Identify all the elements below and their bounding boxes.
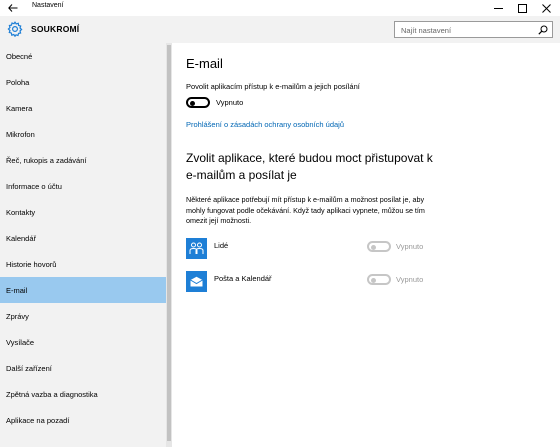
settings-header: SOUKROMÍ Najít nastavení xyxy=(0,16,560,43)
sidebar-item-camera[interactable]: Kamera xyxy=(0,95,166,121)
minimize-icon xyxy=(493,7,503,9)
main-content: E-mail Povolit aplikacím přístup k e-mai… xyxy=(172,43,560,447)
allow-access-label: Povolit aplikacím přístup k e-mailům a j… xyxy=(186,82,360,91)
sidebar-item-label: Zprávy xyxy=(6,311,29,321)
sidebar-item-email[interactable]: E-mail xyxy=(0,277,166,303)
sidebar-item-label: Zpětná vazba a diagnostika xyxy=(6,389,98,399)
app-row-mail-calendar: Pošta a Kalendář Vypnuto xyxy=(186,271,556,293)
scrollbar-thumb[interactable] xyxy=(167,45,171,441)
toggle-knob xyxy=(371,244,376,250)
app-toggle-mail-calendar[interactable] xyxy=(367,274,391,285)
sidebar-item-general[interactable]: Obecné xyxy=(0,43,166,69)
sidebar-item-label: Informace o účtu xyxy=(6,181,62,191)
window-title: Nastavení xyxy=(32,2,64,9)
sidebar-item-label: Vysílače xyxy=(6,337,35,347)
search-icon[interactable] xyxy=(538,25,548,35)
app-row-people: Lidé Vypnuto xyxy=(186,238,556,260)
title-bar: Nastavení xyxy=(0,0,560,16)
mail-icon xyxy=(190,276,203,287)
search-placeholder: Najít nastavení xyxy=(401,26,452,35)
page-title: E-mail xyxy=(186,56,223,71)
sidebar: Obecné Poloha Kamera Mikrofon Řeč, rukop… xyxy=(0,43,172,447)
sidebar-item-label: Další zařízení xyxy=(6,363,52,373)
sidebar-item-label: Historie hovorů xyxy=(6,259,57,269)
sidebar-item-radios[interactable]: Vysílače xyxy=(0,329,166,355)
minimize-button[interactable] xyxy=(486,0,510,16)
choose-apps-description: Některé aplikace potřebují mít přístup k… xyxy=(186,195,425,225)
maximize-button[interactable] xyxy=(510,0,534,16)
app-tile xyxy=(186,271,207,292)
back-button[interactable] xyxy=(0,0,26,16)
gear-icon xyxy=(7,21,23,37)
sidebar-item-account-info[interactable]: Informace o účtu xyxy=(0,173,166,199)
section-title: SOUKROMÍ xyxy=(31,24,80,34)
choose-apps-heading: Zvolit aplikace, které budou moct přistu… xyxy=(186,151,433,182)
sidebar-item-label: E-mail xyxy=(6,285,28,295)
sidebar-item-call-history[interactable]: Historie hovorů xyxy=(0,251,166,277)
app-name: Lidé xyxy=(214,241,229,250)
close-button[interactable] xyxy=(534,0,558,16)
sidebar-item-speech[interactable]: Řeč, rukopis a zadávání xyxy=(0,147,166,173)
sidebar-item-label: Poloha xyxy=(6,77,30,87)
sidebar-item-label: Kalendář xyxy=(6,233,37,243)
privacy-statement-link[interactable]: Prohlášení o zásadách ochrany osobních ú… xyxy=(186,120,344,129)
app-tile xyxy=(186,238,207,259)
sidebar-item-label: Kontakty xyxy=(6,207,36,217)
sidebar-item-label: Aplikace na pozadí xyxy=(6,415,70,425)
people-icon xyxy=(189,242,204,254)
sidebar-item-contacts[interactable]: Kontakty xyxy=(0,199,166,225)
allow-access-state: Vypnuto xyxy=(216,98,244,107)
sidebar-item-messaging[interactable]: Zprávy xyxy=(0,303,166,329)
sidebar-item-label: Kamera xyxy=(6,103,33,113)
sidebar-item-feedback-diagnostics[interactable]: Zpětná vazba a diagnostika xyxy=(0,381,166,407)
sidebar-item-label: Mikrofon xyxy=(6,129,35,139)
app-toggle-people[interactable] xyxy=(367,241,391,252)
allow-access-toggle[interactable] xyxy=(186,97,210,108)
app-state: Vypnuto xyxy=(396,275,424,284)
close-icon xyxy=(541,3,551,13)
app-state: Vypnuto xyxy=(396,242,424,251)
back-arrow-icon xyxy=(8,4,18,12)
sidebar-item-label: Obecné xyxy=(6,51,33,61)
sidebar-item-calendar[interactable]: Kalendář xyxy=(0,225,166,251)
maximize-icon xyxy=(517,3,527,13)
sidebar-item-background-apps[interactable]: Aplikace na pozadí xyxy=(0,407,166,433)
search-input[interactable]: Najít nastavení xyxy=(394,21,553,38)
sidebar-item-location[interactable]: Poloha xyxy=(0,69,166,95)
sidebar-item-label: Řeč, rukopis a zadávání xyxy=(6,155,87,165)
toggle-knob xyxy=(371,277,376,283)
app-name: Pošta a Kalendář xyxy=(214,274,272,283)
sidebar-item-other-devices[interactable]: Další zařízení xyxy=(0,355,166,381)
sidebar-item-microphone[interactable]: Mikrofon xyxy=(0,121,166,147)
toggle-knob xyxy=(190,100,195,106)
